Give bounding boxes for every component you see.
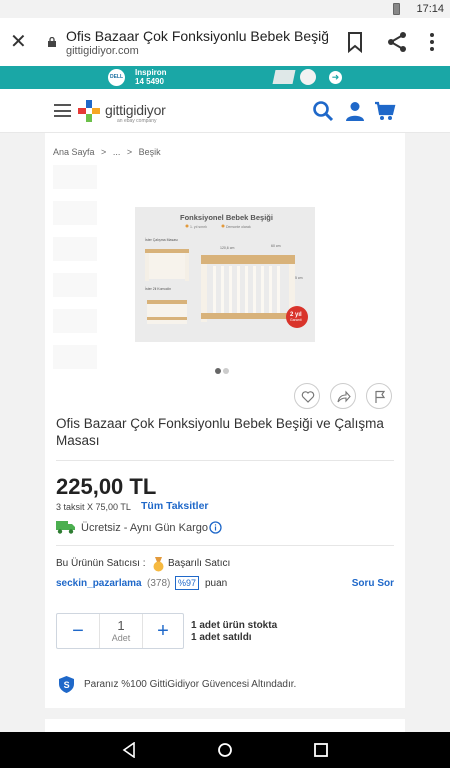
breadcrumb-current[interactable]: Beşik	[139, 147, 161, 157]
image-legend-2: Demonte olarak	[226, 225, 251, 229]
back-icon[interactable]	[121, 742, 137, 758]
close-icon[interactable]: ✕	[10, 32, 27, 52]
next-section-card	[45, 719, 405, 732]
thumbnail[interactable]	[53, 201, 97, 225]
thumbnail[interactable]	[53, 273, 97, 297]
quantity-value[interactable]: 1	[100, 618, 142, 633]
stock-available: 1 adet ürün stokta	[191, 620, 278, 631]
promo-badge	[300, 69, 316, 85]
promo-model: Inspiron 14 5490	[135, 68, 167, 86]
status-time: 17:14	[416, 3, 444, 15]
menu-icon[interactable]	[54, 104, 71, 117]
logo-text: gittigidiyor	[105, 102, 166, 118]
installment-info: 3 taksit X 75,00 TL	[56, 502, 131, 512]
breadcrumb-ellipsis[interactable]: ...	[113, 147, 121, 157]
svg-text:S: S	[64, 680, 70, 690]
stock-sold: 1 adet satıldı	[191, 632, 252, 643]
share-product-button[interactable]	[330, 383, 356, 409]
recents-icon[interactable]	[313, 742, 329, 758]
bookmark-icon[interactable]	[343, 30, 367, 54]
image-label-nightstand: İster 2li Komodin	[145, 286, 171, 291]
battery-icon	[393, 3, 400, 15]
page-host[interactable]: gittigidiyor.com	[66, 45, 139, 57]
arrow-right-icon[interactable]: ➜	[329, 71, 342, 84]
divider	[56, 545, 394, 546]
quantity-unit: Adet	[111, 633, 131, 643]
stock-info: 1 adet ürün stokta 1 adet satıldı	[191, 620, 277, 644]
thumbnail[interactable]	[53, 309, 97, 333]
system-nav-bar	[0, 732, 450, 768]
home-icon[interactable]	[217, 742, 233, 758]
thumbnail[interactable]	[53, 345, 97, 369]
browser-toolbar: ✕ Ofis Bazaar Çok Fonksiyonlu Bebek Beşi…	[0, 18, 450, 66]
favorite-button[interactable]	[294, 383, 320, 409]
product-price: 225,00 TL	[56, 474, 157, 499]
share-arrow-icon	[337, 390, 351, 403]
flag-icon	[375, 390, 386, 403]
dell-logo: DELL	[108, 69, 125, 86]
seller-name-link[interactable]: seckin_pazarlama	[56, 578, 142, 589]
user-icon[interactable]	[344, 100, 366, 122]
breadcrumb: Ana Sayfa > ... > Beşik	[53, 147, 165, 157]
seller-badge: Başarılı Satıcı	[168, 558, 231, 569]
logo-mark-icon	[78, 100, 100, 122]
gallery-dot[interactable]	[215, 368, 221, 374]
image-warranty-2: Garanti	[290, 318, 302, 322]
truck-icon	[56, 521, 75, 534]
thumbnail[interactable]	[53, 165, 97, 189]
breadcrumb-separator: >	[126, 147, 133, 157]
cart-icon[interactable]	[374, 100, 396, 122]
quantity-field[interactable]: 1 Adet	[99, 614, 143, 648]
product-card: Ana Sayfa > ... > Beşik Fonksiyonel Bebe…	[45, 133, 405, 708]
gallery-dot[interactable]	[223, 368, 229, 374]
site-header: gittigidiyor an ebay company	[0, 89, 450, 133]
seller-label: Bu Ürünün Satıcısı :	[56, 558, 146, 569]
all-installments-link[interactable]: Tüm Taksitler	[141, 500, 209, 512]
divider	[56, 460, 394, 461]
heart-icon	[301, 391, 315, 403]
seller-review-count: (378)	[147, 578, 171, 589]
page-title[interactable]: Ofis Bazaar Çok Fonksiyonlu Bebek Beşiği…	[66, 28, 328, 44]
quantity-stepper: − 1 Adet +	[56, 613, 184, 649]
thumbnail[interactable]	[53, 237, 97, 261]
ask-question-link[interactable]: Soru Sor	[352, 578, 394, 589]
search-icon[interactable]	[312, 100, 334, 122]
image-legend-1: 1. yıl sınırlı	[190, 225, 207, 229]
product-image[interactable]: Fonksiyonel Bebek Beşiği 1. yıl sınırlı …	[135, 207, 315, 342]
logo-subtext: an ebay company	[117, 118, 157, 124]
buyer-guarantee: Paranız %100 GittiGidiyor Güvencesi Altı…	[84, 679, 297, 690]
more-vert-icon[interactable]	[420, 30, 444, 54]
image-dim-width: 120,6 cm	[220, 246, 234, 250]
decrease-quantity-button[interactable]: −	[57, 614, 99, 648]
image-label-desk: İster Çalışma Masası	[145, 237, 178, 242]
increase-quantity-button[interactable]: +	[143, 614, 183, 648]
thumbnail-strip	[53, 165, 97, 405]
seller-score-unit: puan	[205, 578, 228, 589]
shipping-info: Ücretsiz - Aynı Gün Kargo	[81, 522, 208, 534]
status-bar: 17:14	[0, 0, 450, 18]
image-dim-depth: 60 cm	[271, 244, 281, 248]
seller-score: %97	[175, 576, 200, 590]
shield-icon: S	[59, 676, 74, 693]
share-icon[interactable]	[385, 30, 409, 54]
breadcrumb-separator: >	[101, 147, 107, 157]
gallery-dots	[215, 361, 231, 379]
lock-icon	[48, 37, 56, 47]
site-logo[interactable]: gittigidiyor an ebay company	[77, 99, 177, 125]
image-heading: Fonksiyonel Bebek Beşiği	[180, 213, 273, 222]
promo-banner[interactable]: DELL Inspiron 14 5490 ➜	[0, 66, 450, 89]
breadcrumb-home[interactable]: Ana Sayfa	[53, 147, 95, 157]
laptop-image	[272, 70, 296, 84]
product-title: Ofis Bazaar Çok Fonksiyonlu Bebek Beşiği…	[56, 416, 384, 448]
medal-icon	[153, 557, 164, 572]
report-button[interactable]	[366, 383, 392, 409]
info-icon[interactable]	[209, 521, 222, 534]
